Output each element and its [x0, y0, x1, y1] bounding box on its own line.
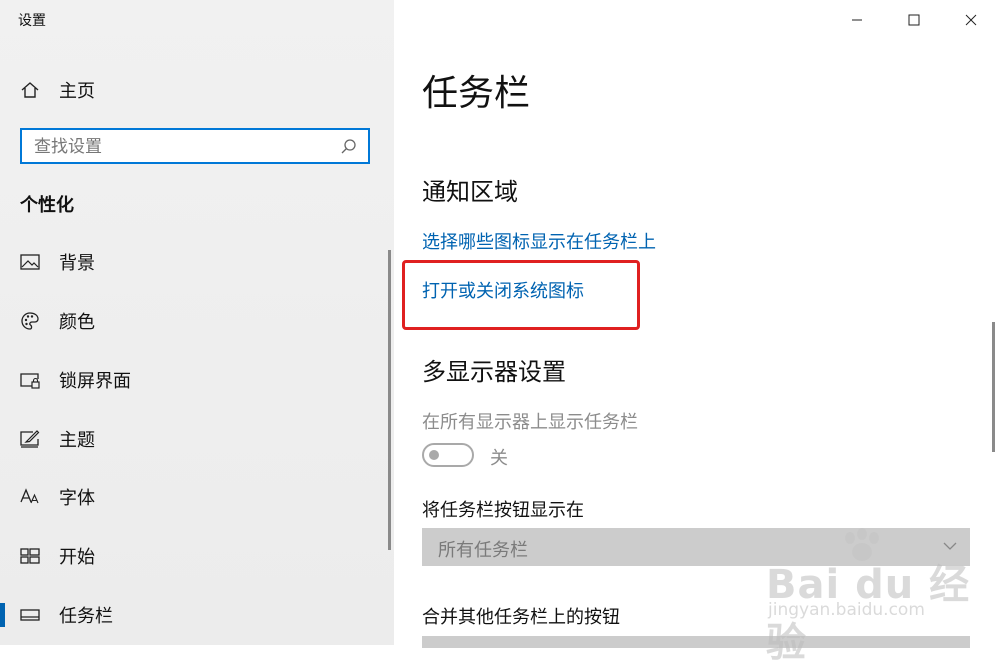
- nav-item-label: 开始: [59, 547, 95, 568]
- nav-item-themes[interactable]: 主题: [0, 417, 394, 461]
- select-taskbar-icons-link[interactable]: 选择哪些图标显示在任务栏上: [422, 228, 656, 254]
- lock-screen-icon: [19, 369, 41, 391]
- multi-display-heading: 多显示器设置: [422, 358, 566, 386]
- maximize-button[interactable]: [894, 5, 934, 35]
- taskbar-buttons-on-label: 将任务栏按钮显示在: [422, 500, 584, 521]
- active-indicator: [0, 603, 5, 627]
- search-icon[interactable]: [340, 138, 358, 156]
- image-icon: [19, 251, 41, 273]
- nav-item-lock-screen[interactable]: 锁屏界面: [0, 358, 394, 402]
- nav-item-label: 锁屏界面: [59, 371, 131, 392]
- theme-icon: [19, 428, 41, 450]
- font-icon: [19, 486, 41, 508]
- baidu-watermark: Bai du 经验 jingyan.baidu.com: [762, 528, 992, 666]
- nav-item-label: 字体: [59, 488, 95, 509]
- highlight-annotation: [402, 260, 640, 330]
- select-value: 所有任务栏: [438, 540, 528, 561]
- nav-item-colors[interactable]: 颜色: [0, 299, 394, 343]
- show-taskbar-all-displays-toggle[interactable]: [422, 443, 474, 467]
- minimize-icon: [852, 19, 862, 21]
- minimize-button[interactable]: [837, 5, 877, 35]
- nav-item-label: 任务栏: [59, 606, 113, 627]
- toggle-knob: [429, 450, 439, 460]
- close-button[interactable]: [951, 5, 991, 35]
- combine-buttons-label: 合并其他任务栏上的按钮: [422, 607, 620, 628]
- nav-item-taskbar[interactable]: 任务栏: [0, 593, 394, 637]
- nav-item-label: 背景: [59, 253, 95, 274]
- section-title: 个性化: [20, 195, 74, 216]
- search-box[interactable]: [20, 128, 370, 164]
- search-input[interactable]: [32, 134, 336, 160]
- page-title: 任务栏: [422, 73, 531, 114]
- nav-home-label: 主页: [59, 81, 95, 102]
- maximize-icon: [908, 14, 920, 26]
- sidebar-scrollbar[interactable]: [388, 250, 391, 550]
- nav-item-background[interactable]: 背景: [0, 240, 394, 284]
- nav-home[interactable]: 主页: [0, 68, 394, 112]
- app-title: 设置: [18, 13, 46, 29]
- home-icon: [19, 79, 41, 101]
- nav-item-label: 颜色: [59, 312, 95, 333]
- sidebar: 设置 主页 个性化 背景 颜色 锁屏界面 主题: [0, 0, 394, 645]
- start-icon: [19, 545, 41, 567]
- show-taskbar-all-displays-label: 在所有显示器上显示任务栏: [422, 412, 638, 433]
- nav-item-start[interactable]: 开始: [0, 534, 394, 578]
- nav-item-label: 主题: [59, 430, 95, 451]
- palette-icon: [19, 310, 41, 332]
- close-icon: [965, 14, 977, 26]
- main-scrollbar[interactable]: [992, 322, 995, 452]
- toggle-state-label: 关: [490, 448, 508, 469]
- nav-item-fonts[interactable]: 字体: [0, 475, 394, 519]
- taskbar-icon: [19, 604, 41, 626]
- notification-area-heading: 通知区域: [422, 178, 518, 206]
- watermark-url: jingyan.baidu.com: [768, 600, 925, 620]
